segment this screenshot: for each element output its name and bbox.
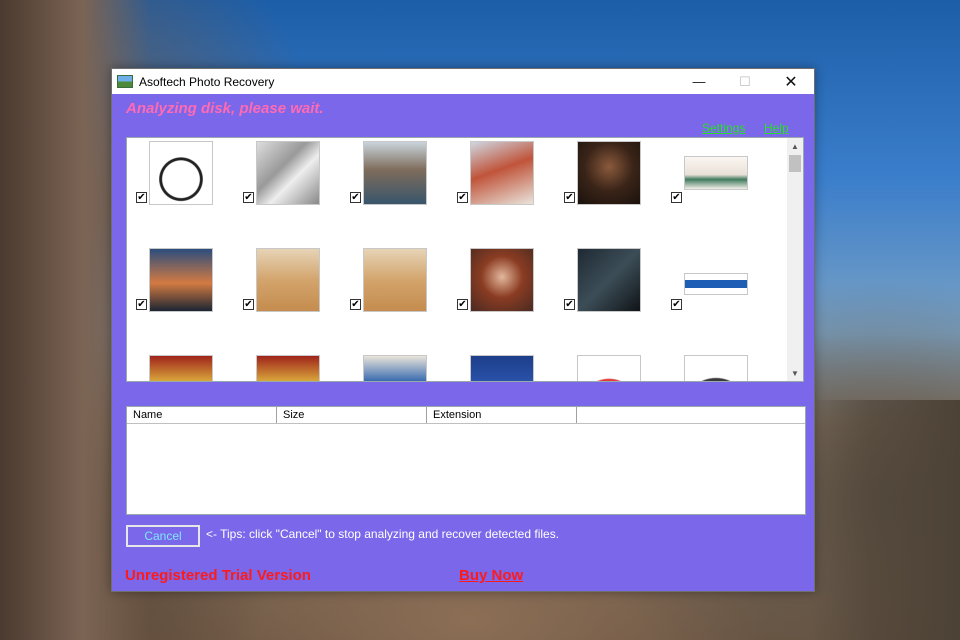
redhead-portrait-icon[interactable] bbox=[470, 248, 534, 312]
wheat-field-woman-icon[interactable] bbox=[363, 248, 427, 312]
table-header: Name Size Extension bbox=[127, 407, 805, 424]
album-cover-icon[interactable] bbox=[256, 141, 320, 205]
help-link[interactable]: Help bbox=[764, 121, 789, 135]
thumbnail-cell[interactable] bbox=[234, 352, 341, 381]
thumbnail-cell[interactable] bbox=[448, 352, 555, 381]
scroll-down-icon[interactable]: ▼ bbox=[787, 365, 803, 381]
thumbnail-cell[interactable]: ✔ bbox=[555, 245, 662, 352]
wheat-field-woman-icon[interactable] bbox=[256, 248, 320, 312]
thumbnail-cell[interactable]: ✔ bbox=[127, 245, 234, 352]
thumbnail-checkbox[interactable]: ✔ bbox=[136, 299, 147, 310]
thumbnail-checkbox[interactable]: ✔ bbox=[564, 299, 575, 310]
close-button[interactable]: ✕ bbox=[768, 69, 814, 94]
column-header-extension[interactable]: Extension bbox=[427, 407, 577, 423]
thumbnail-checkbox[interactable]: ✔ bbox=[457, 192, 468, 203]
suited-man-icon[interactable] bbox=[577, 248, 641, 312]
window-title: Asoftech Photo Recovery bbox=[139, 74, 275, 89]
magazine-cover-icon[interactable] bbox=[363, 355, 427, 381]
thumbnail-cell[interactable] bbox=[341, 352, 448, 381]
thumbnail-checkbox[interactable]: ✔ bbox=[671, 192, 682, 203]
column-header-blank bbox=[577, 407, 805, 423]
file-list-table[interactable]: Name Size Extension bbox=[126, 406, 806, 515]
tips-text: <- Tips: click "Cancel" to stop analyzin… bbox=[206, 527, 560, 541]
thumbnail-grid: ✔ ✔ ✔ ✔ ✔ ✔ ✔ ✔ ✔ ✔ ✔ ✔ bbox=[127, 138, 789, 381]
thumbnail-checkbox[interactable]: ✔ bbox=[350, 192, 361, 203]
redhead-woman-icon[interactable] bbox=[470, 141, 534, 205]
thumbnail-cell[interactable]: ✔ bbox=[662, 138, 769, 245]
thumbnail-cell[interactable]: ✔ bbox=[234, 138, 341, 245]
cancel-button[interactable]: Cancel bbox=[126, 525, 200, 547]
blue-poster-icon[interactable] bbox=[470, 355, 534, 381]
thumbnail-cell[interactable] bbox=[662, 352, 769, 381]
maximize-button[interactable]: ☐ bbox=[722, 69, 768, 94]
column-header-name[interactable]: Name bbox=[127, 407, 277, 423]
thumbnail-cell[interactable]: ✔ bbox=[555, 138, 662, 245]
thumbnail-checkbox[interactable]: ✔ bbox=[136, 192, 147, 203]
thumbnail-checkbox[interactable]: ✔ bbox=[564, 192, 575, 203]
thumbnail-gallery[interactable]: ✔ ✔ ✔ ✔ ✔ ✔ ✔ ✔ ✔ ✔ ✔ ✔ ▲ ▼ bbox=[126, 137, 804, 382]
sunset-runner-icon[interactable] bbox=[149, 248, 213, 312]
portrait-dark-icon[interactable] bbox=[577, 141, 641, 205]
thumbnail-cell[interactable]: ✔ bbox=[448, 245, 555, 352]
woman-sunglasses-icon[interactable] bbox=[363, 141, 427, 205]
title-bar[interactable]: Asoftech Photo Recovery — ☐ ✕ bbox=[112, 69, 814, 94]
settings-link[interactable]: Settings bbox=[702, 121, 745, 135]
orange-button-logo-icon[interactable] bbox=[684, 355, 748, 381]
trial-version-label: Unregistered Trial Version bbox=[125, 567, 311, 584]
desk-flatlay-icon[interactable] bbox=[684, 156, 748, 190]
scroll-up-icon[interactable]: ▲ bbox=[787, 138, 803, 154]
ring-sketch-icon[interactable] bbox=[149, 141, 213, 205]
scrollbar-thumb[interactable] bbox=[789, 155, 801, 172]
thumbnail-cell[interactable]: ✔ bbox=[662, 245, 769, 352]
thumbnail-checkbox[interactable]: ✔ bbox=[457, 299, 468, 310]
photo-app-icon bbox=[117, 75, 133, 88]
app-window: Asoftech Photo Recovery — ☐ ✕ Analyzing … bbox=[111, 68, 815, 592]
thumbnail-cell[interactable]: ✔ bbox=[341, 138, 448, 245]
thumbnail-checkbox[interactable]: ✔ bbox=[243, 299, 254, 310]
desktop-rock-right bbox=[810, 400, 960, 640]
red-circle-logo-icon[interactable] bbox=[577, 355, 641, 381]
thumbnail-checkbox[interactable]: ✔ bbox=[243, 192, 254, 203]
thumbnail-cell[interactable]: ✔ bbox=[341, 245, 448, 352]
column-header-size[interactable]: Size bbox=[277, 407, 427, 423]
red-portrait-icon[interactable] bbox=[256, 355, 320, 381]
buy-now-link[interactable]: Buy Now bbox=[459, 567, 523, 584]
gallery-scrollbar[interactable]: ▲ ▼ bbox=[787, 138, 803, 381]
thumbnail-checkbox[interactable]: ✔ bbox=[671, 299, 682, 310]
thumbnail-cell[interactable]: ✔ bbox=[234, 245, 341, 352]
status-text: Analyzing disk, please wait. bbox=[126, 100, 324, 117]
minimize-button[interactable]: — bbox=[676, 69, 722, 94]
thumbnail-cell[interactable]: ✔ bbox=[127, 138, 234, 245]
thumbnail-cell[interactable] bbox=[127, 352, 234, 381]
thumbnail-checkbox[interactable]: ✔ bbox=[350, 299, 361, 310]
red-portrait-icon[interactable] bbox=[149, 355, 213, 381]
thumbnail-cell[interactable]: ✔ bbox=[448, 138, 555, 245]
thumbnail-cell[interactable] bbox=[555, 352, 662, 381]
web-banner-icon[interactable] bbox=[684, 273, 748, 295]
